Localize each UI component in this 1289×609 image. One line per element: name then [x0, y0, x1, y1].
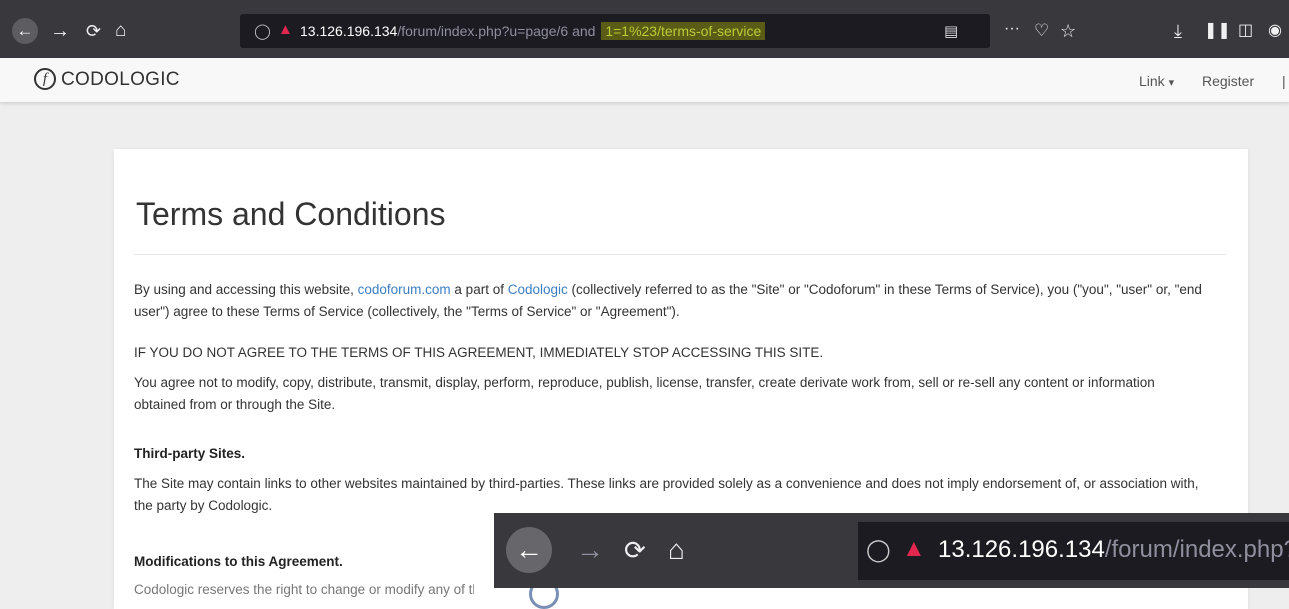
url-text[interactable]: 13.126.196.134/forum/index.php?u=page/6 …: [300, 22, 766, 40]
page-title: Terms and Conditions: [136, 196, 446, 232]
home-icon: ⌂: [668, 534, 685, 565]
zoomed-url-text: 13.126.196.134/forum/index.php?u=: [938, 536, 1289, 564]
chevron-down-icon: ▾: [1168, 77, 1175, 89]
forward-icon[interactable]: →: [50, 21, 70, 41]
intro-text-2: a part of: [450, 282, 508, 297]
zoomed-url-bar: ◯ ▲ 13.126.196.134/forum/index.php?u=: [858, 522, 1289, 580]
insecure-lock-icon[interactable]: ▲: [278, 21, 293, 38]
warning-paragraph: IF YOU DO NOT AGREE TO THE TERMS OF THIS…: [134, 345, 824, 360]
title-divider: [134, 254, 1226, 255]
login-link-cut[interactable]: |: [1282, 73, 1289, 89]
download-icon[interactable]: ⤓: [1174, 21, 1182, 41]
shield-icon[interactable]: ◯: [254, 22, 271, 40]
nav-link-dropdown[interactable]: Link ▾: [1139, 73, 1174, 89]
forward-icon: →: [576, 534, 604, 565]
pocket-icon[interactable]: ♡: [1034, 21, 1049, 41]
url-host: 13.126.196.134: [300, 23, 398, 39]
reload-icon[interactable]: ⟳: [86, 21, 101, 41]
third-party-paragraph: The Site may contain links to other webs…: [134, 476, 1199, 513]
insecure-lock-icon: ▲: [902, 535, 926, 562]
url-injection-highlight: 1=1%23/terms-of-service: [601, 22, 766, 40]
shield-icon: ◯: [866, 537, 891, 562]
site-logo[interactable]: CODOLOGIC: [61, 69, 180, 91]
usage-paragraph: You agree not to modify, copy, distribut…: [134, 375, 1155, 412]
zoomed-url-host: 13.126.196.134: [938, 536, 1105, 563]
logo-mark[interactable]: f: [34, 68, 56, 90]
site-header: f CODOLOGIC Link ▾ Register |: [0, 58, 1289, 103]
back-icon[interactable]: ←: [12, 18, 38, 44]
register-link[interactable]: Register: [1202, 73, 1254, 89]
nav-link-label: Link: [1139, 73, 1165, 89]
browser-toolbar: ← → ⟳ ⌂ ◯ ▲ 13.126.196.134/forum/index.p…: [0, 0, 1289, 58]
sidebar-icon[interactable]: ◫: [1238, 21, 1253, 41]
intro-paragraph: By using and accessing this website, cod…: [134, 279, 1204, 323]
zoomed-url-path: /forum/index.php?u=: [1104, 536, 1289, 563]
url-path: /forum/index.php?u=page/6 and: [397, 23, 596, 39]
modifications-paragraph: Codologic reserves the right to change o…: [134, 582, 474, 597]
modifications-heading: Modifications to this Agreement.: [134, 554, 343, 569]
home-icon[interactable]: ⌂: [115, 21, 126, 41]
url-bar[interactable]: ◯ ▲ 13.126.196.134/forum/index.php?u=pag…: [240, 14, 990, 48]
more-icon[interactable]: ···: [1004, 19, 1020, 39]
zoomed-toolbar-overlay: ← → ⟳ ⌂ ◯ ▲ 13.126.196.134/forum/index.p…: [494, 513, 1289, 588]
bookmark-star-icon[interactable]: ☆: [1060, 21, 1076, 41]
codologic-link[interactable]: Codologic: [508, 282, 568, 297]
intro-text-1: By using and accessing this website,: [134, 282, 358, 297]
third-party-heading: Third-party Sites.: [134, 446, 246, 461]
codoforum-link[interactable]: codoforum.com: [358, 282, 451, 297]
back-icon: ←: [506, 527, 552, 573]
reader-view-icon[interactable]: ▤: [944, 22, 958, 40]
library-icon[interactable]: ❚❚: [1204, 21, 1231, 41]
reload-icon: ⟳: [624, 535, 646, 565]
account-icon[interactable]: ◉: [1268, 21, 1282, 41]
